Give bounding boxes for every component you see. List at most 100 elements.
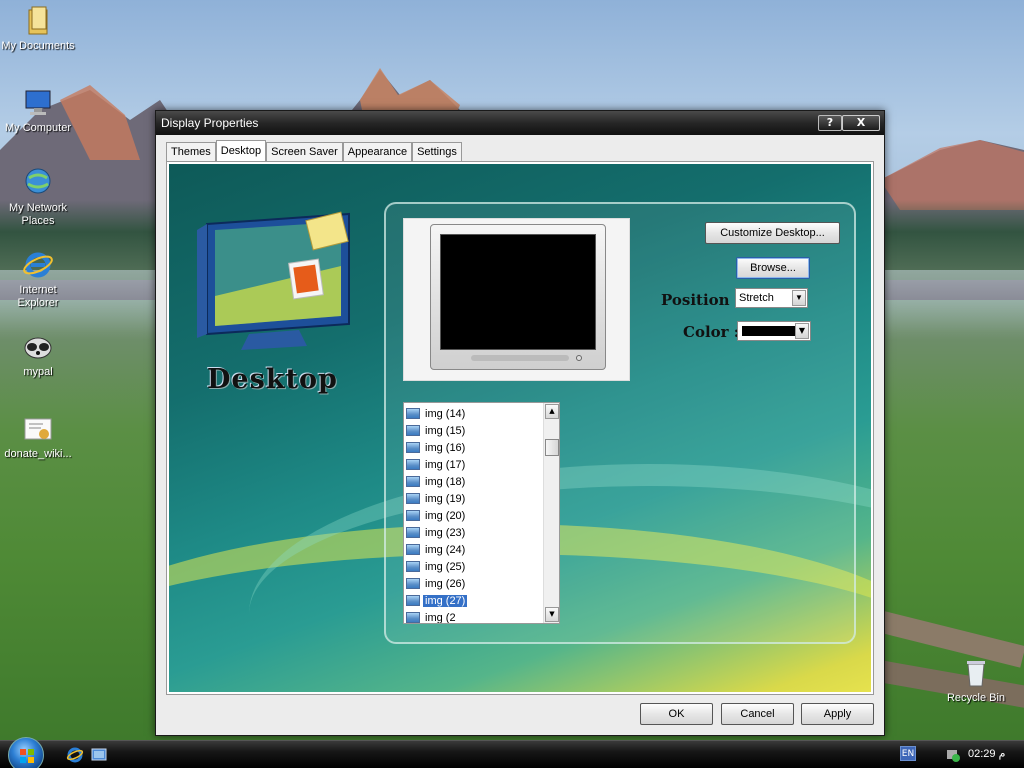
preview-monitor — [430, 224, 606, 370]
wallpaper-list-item[interactable]: img (20) — [406, 507, 544, 524]
desktop-icon-label: Recycle Bin — [946, 692, 1006, 704]
power-led-icon — [576, 355, 582, 361]
language-indicator[interactable]: EN — [900, 746, 916, 761]
dropdown-arrow-icon[interactable]: ▼ — [795, 323, 809, 339]
image-file-icon — [406, 510, 420, 521]
tab-appearance[interactable]: Appearance — [342, 142, 413, 161]
list-scrollbar[interactable]: ▲ ▼ — [543, 403, 559, 623]
desktop-icon-label: mypal — [23, 366, 53, 378]
wallpaper-list-item[interactable]: img (15) — [406, 422, 544, 439]
tab-settings[interactable]: Settings — [412, 142, 462, 161]
wallpaper-item-label: img (17) — [425, 458, 466, 471]
wallpaper-list-item[interactable]: img (16) — [406, 439, 544, 456]
scroll-down-icon[interactable]: ▼ — [545, 607, 559, 622]
certificate-icon — [24, 418, 52, 440]
image-file-icon — [406, 578, 420, 589]
desktop-icon-my-network-places[interactable]: My Network Places — [0, 166, 76, 228]
image-file-icon — [406, 493, 420, 504]
dropdown-arrow-icon[interactable]: ▼ — [792, 290, 806, 306]
position-label: Position : — [661, 291, 741, 309]
wallpaper-items: img (14) img (15) img (16) img (17) img (18)… — [406, 405, 544, 624]
image-file-icon — [406, 595, 420, 606]
scroll-thumb[interactable] — [545, 439, 559, 456]
quicklaunch-ie-icon[interactable] — [66, 746, 84, 764]
wallpaper-list[interactable]: img (14) img (15) img (16) img (17) img (18)… — [403, 402, 560, 624]
clock[interactable]: 02:29 م — [968, 747, 1005, 760]
folder-icon — [28, 6, 48, 35]
wallpaper-item-label: img (14) — [425, 407, 466, 420]
panel-background: Desktop Customize Desktop... Browse... P… — [169, 164, 871, 692]
wallpaper-list-item[interactable]: img (2 — [406, 609, 544, 624]
wallpaper-item-label: img (15) — [425, 424, 466, 437]
tab-themes[interactable]: Themes — [166, 142, 216, 161]
wallpaper-list-item[interactable]: img (14) — [406, 405, 544, 422]
wallpaper-item-label: img (24) — [425, 543, 466, 556]
raccoon-icon — [24, 337, 52, 359]
desktop-icon-internet-explorer[interactable]: Internet Explorer — [0, 248, 76, 310]
wallpaper-list-item[interactable]: img (18) — [406, 473, 544, 490]
image-file-icon — [406, 544, 420, 555]
image-file-icon — [406, 527, 420, 538]
desktop-icon-label: My Network Places — [8, 202, 68, 227]
monitor-base — [471, 355, 569, 361]
wallpaper-item-label: img (27) — [423, 594, 468, 607]
wallpaper-list-item[interactable]: img (17) — [406, 456, 544, 473]
desktop-icon-mypal[interactable]: mypal — [0, 330, 76, 379]
position-dropdown[interactable]: Stretch ▼ — [735, 288, 808, 308]
apply-button[interactable]: Apply — [801, 703, 874, 725]
desktop-tab-panel: Desktop Customize Desktop... Browse... P… — [166, 161, 874, 695]
image-file-icon — [406, 612, 420, 623]
customize-desktop-button[interactable]: Customize Desktop... — [705, 222, 840, 244]
wallpaper-list-item[interactable]: img (27) — [406, 592, 544, 609]
desktop-icon-donate-wiki[interactable]: donate_wiki... — [0, 412, 76, 461]
desktop-icon-my-documents[interactable]: My Documents — [0, 4, 76, 53]
recycle-bin-icon — [967, 661, 985, 687]
monitor-preview — [403, 218, 630, 381]
preview-screen — [440, 234, 596, 350]
position-value: Stretch — [739, 292, 774, 304]
image-file-icon — [406, 476, 420, 487]
desktop-icon-my-computer[interactable]: My Computer — [0, 86, 76, 135]
tab-strip: Themes Desktop Screen Saver Appearance S… — [166, 140, 462, 162]
close-button[interactable]: X — [842, 115, 880, 131]
wallpaper-item-label: img (18) — [425, 475, 466, 488]
window-title: Display Properties — [161, 116, 259, 130]
image-file-icon — [406, 425, 420, 436]
wallpaper-list-item[interactable]: img (19) — [406, 490, 544, 507]
title-bar[interactable]: Display Properties ? X — [156, 111, 884, 135]
wallpaper-item-label: img (2 — [425, 611, 456, 624]
desktop-icon-label: My Documents — [1, 40, 75, 52]
computer-icon — [25, 90, 51, 115]
wallpaper-item-label: img (19) — [425, 492, 466, 505]
wallpaper-list-item[interactable]: img (25) — [406, 558, 544, 575]
wallpaper-list-item[interactable]: img (26) — [406, 575, 544, 592]
image-file-icon — [406, 408, 420, 419]
desktop-heading: Desktop — [207, 364, 338, 395]
color-picker[interactable]: ▼ — [737, 321, 811, 341]
help-button[interactable]: ? — [818, 115, 842, 131]
desktop-icon-recycle-bin[interactable]: Recycle Bin — [938, 656, 1014, 705]
wallpaper-list-item[interactable]: img (24) — [406, 541, 544, 558]
cancel-button[interactable]: Cancel — [721, 703, 794, 725]
tab-screen-saver[interactable]: Screen Saver — [266, 142, 343, 161]
scroll-up-icon[interactable]: ▲ — [545, 404, 559, 419]
image-file-icon — [406, 459, 420, 470]
taskbar: EN 02:29 م — [0, 737, 1024, 768]
display-properties-window: Display Properties ? X Themes Desktop Sc… — [155, 110, 885, 736]
desktop-icon-label: donate_wiki... — [4, 448, 72, 460]
internet-explorer-icon — [23, 252, 53, 278]
quicklaunch-show-desktop-icon[interactable] — [90, 746, 108, 764]
tab-desktop[interactable]: Desktop — [215, 140, 267, 161]
desktop-icon-label: My Computer — [4, 122, 72, 134]
wallpaper-item-label: img (23) — [425, 526, 466, 539]
network-status-icon[interactable] — [944, 746, 962, 764]
ok-button[interactable]: OK — [640, 703, 713, 725]
color-label: Color : — [683, 323, 740, 341]
image-file-icon — [406, 442, 420, 453]
start-button[interactable] — [8, 737, 44, 768]
wallpaper-list-item[interactable]: img (23) — [406, 524, 544, 541]
wallpaper-item-label: img (16) — [425, 441, 466, 454]
browse-button[interactable]: Browse... — [736, 257, 810, 279]
desktop-icon-label: Internet Explorer — [17, 284, 59, 309]
windows-logo-icon — [20, 749, 34, 763]
